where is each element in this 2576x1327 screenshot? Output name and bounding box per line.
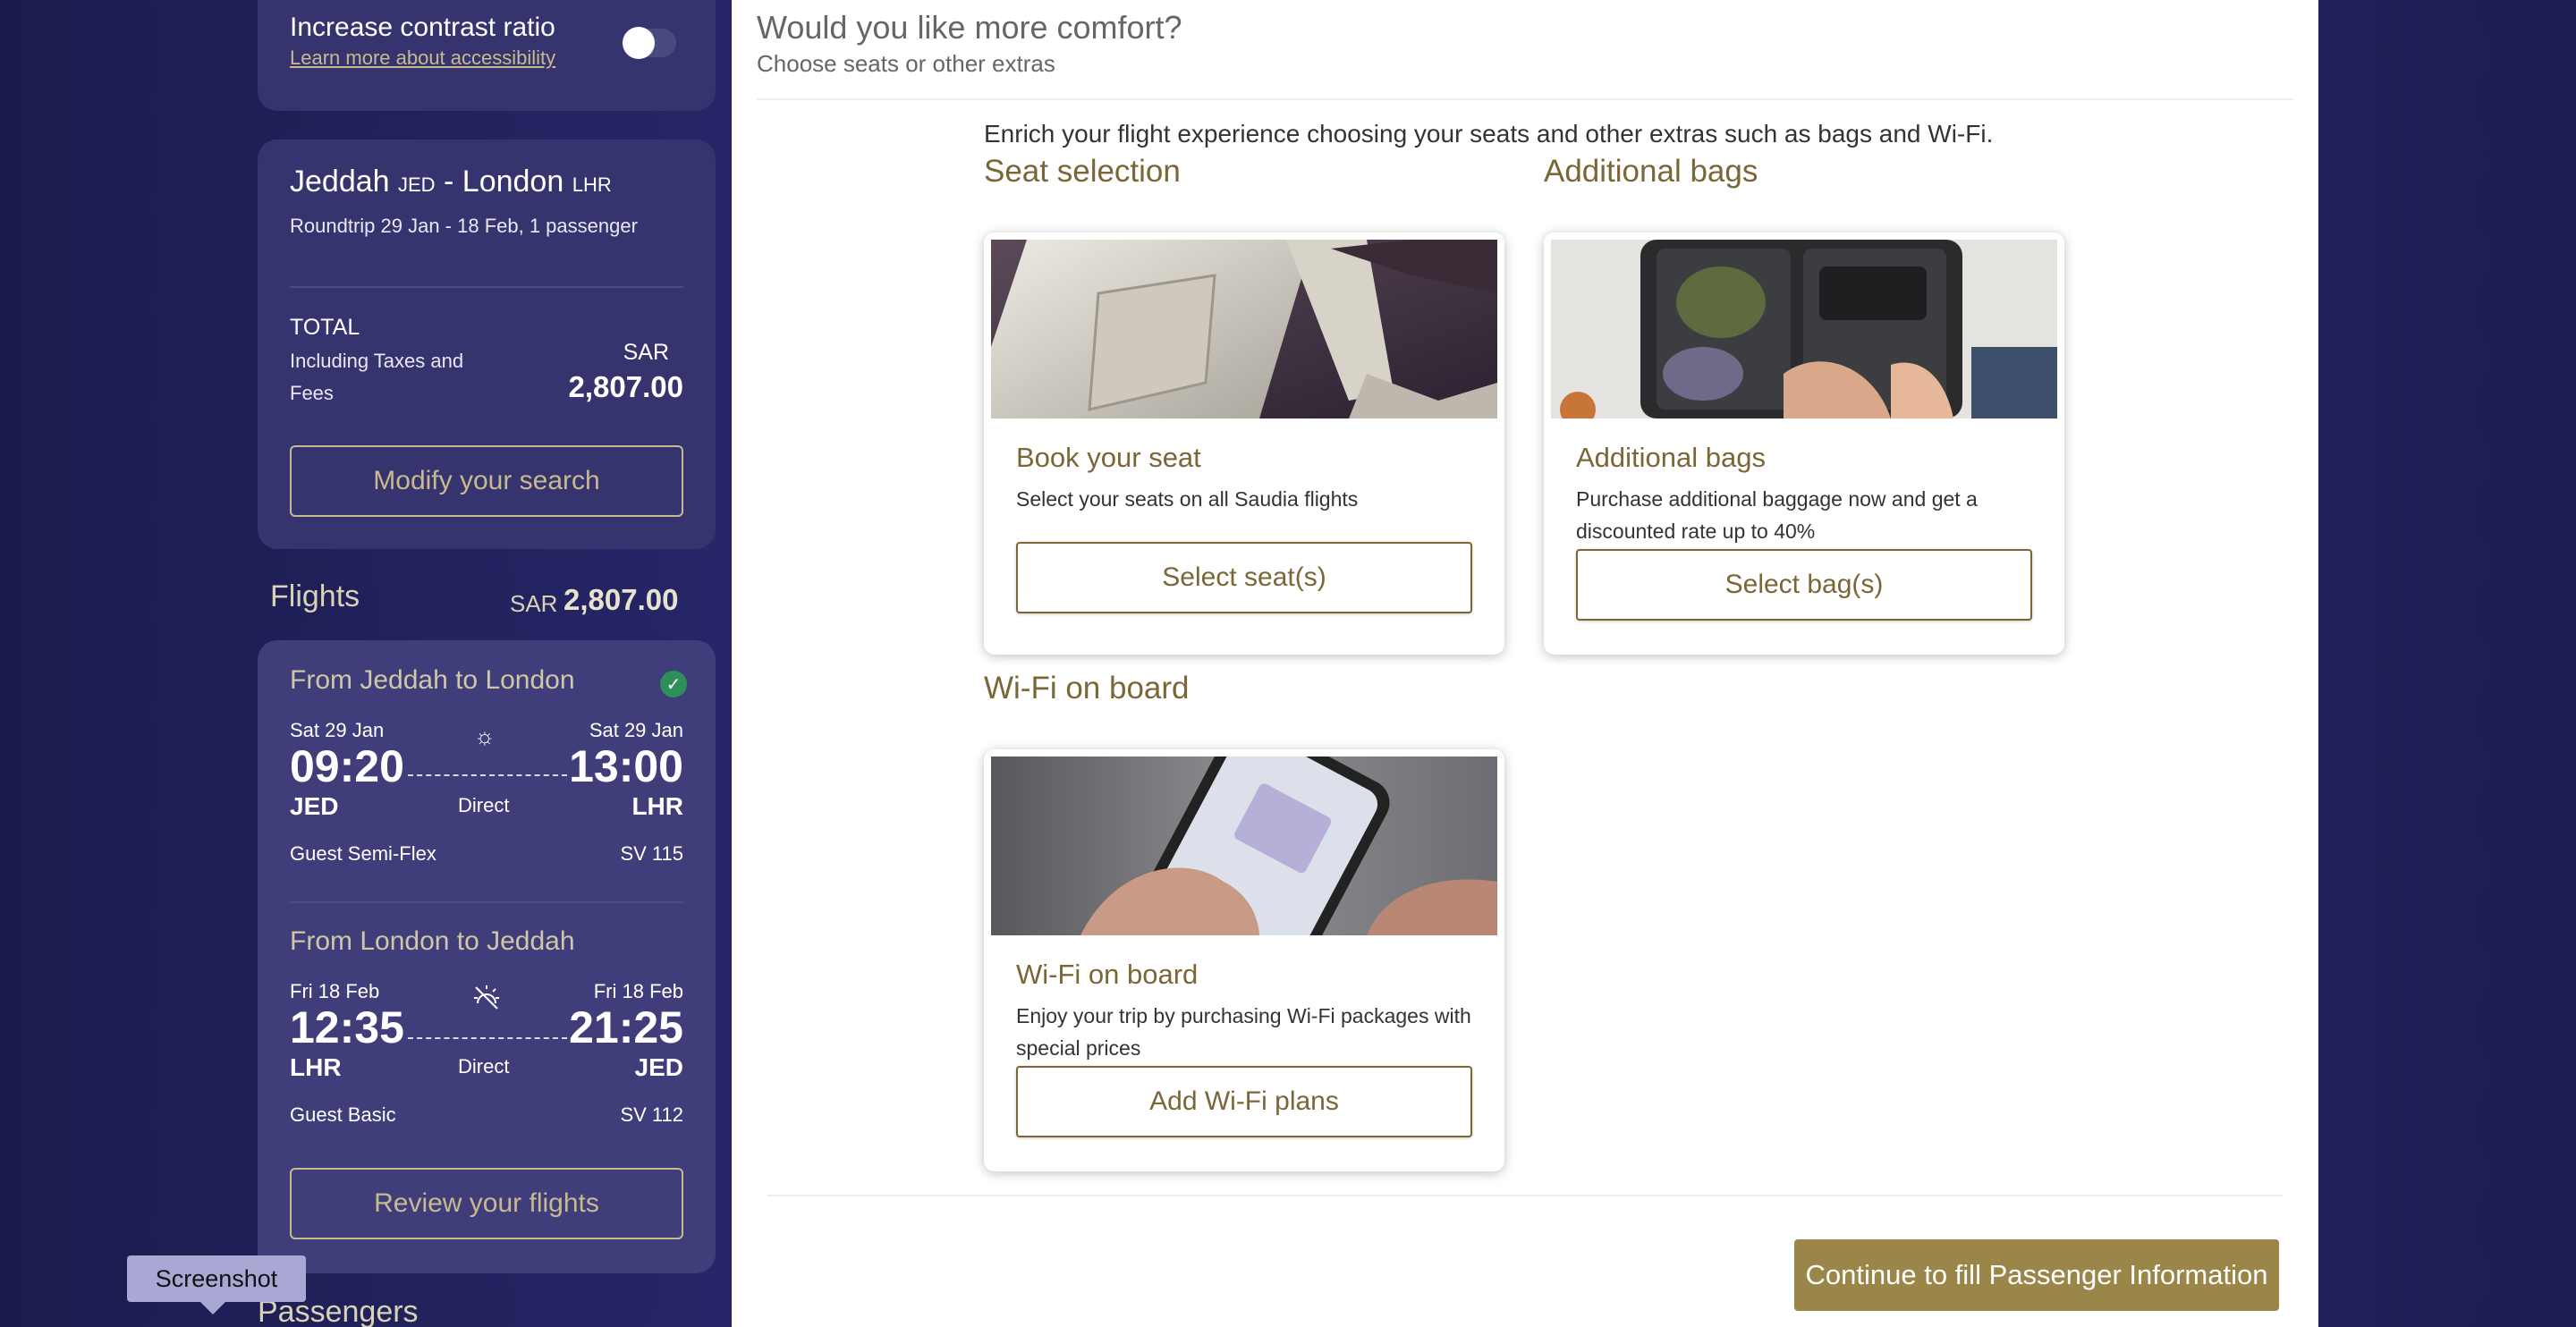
- fare-type: Guest Basic: [290, 1103, 396, 1126]
- divider: [767, 1195, 2283, 1196]
- stops-label: Direct: [458, 794, 510, 816]
- review-flights-button[interactable]: Review your flights: [290, 1168, 683, 1239]
- add-wifi-button[interactable]: Add Wi-Fi plans: [1016, 1066, 1472, 1137]
- extras-panel: Would you like more comfort? Choose seat…: [732, 0, 2318, 1327]
- departure-time: 09:20: [290, 741, 404, 791]
- divider: [290, 901, 683, 903]
- seat-card: Book your seat Select your seats on all …: [984, 232, 1504, 655]
- seat-image: [991, 240, 1497, 418]
- flight-number: SV 115: [620, 842, 683, 865]
- divider: [290, 286, 683, 288]
- route-line: [408, 1037, 567, 1039]
- contrast-label: Increase contrast ratio: [290, 13, 555, 42]
- trip-summary: Roundtrip 29 Jan - 18 Feb, 1 passenger: [290, 215, 638, 237]
- flights-header: Flights: [270, 579, 360, 613]
- route-line: [408, 774, 567, 776]
- intro-text: Enrich your flight experience choosing y…: [984, 120, 1994, 148]
- origin-code: JED: [398, 173, 436, 196]
- wifi-card-description: Enjoy your trip by purchasing Wi-Fi pack…: [1016, 1004, 1471, 1060]
- arrival-date: Sat 29 Jan: [589, 719, 683, 741]
- seat-card-description: Select your seats on all Saudia flights: [1016, 487, 1359, 511]
- arrival-time: 21:25: [569, 1002, 683, 1052]
- flights-currency: SAR: [510, 590, 558, 617]
- arrival-time: 13:00: [569, 741, 683, 791]
- route-separator: -: [444, 165, 454, 199]
- stops-label: Direct: [458, 1055, 510, 1078]
- wifi-image: [991, 756, 1497, 935]
- departure-time: 12:35: [290, 1002, 404, 1052]
- segment-title: From Jeddah to London: [290, 665, 575, 695]
- divider: [757, 98, 2293, 100]
- seat-card-title: Book your seat: [1016, 442, 1201, 473]
- bags-image: [1551, 240, 2057, 418]
- sun-icon: ☼: [474, 723, 496, 749]
- origin-city: Jeddah: [290, 165, 390, 199]
- accessibility-card: Increase contrast ratio Learn more about…: [258, 0, 716, 111]
- continue-button[interactable]: Continue to fill Passenger Information: [1794, 1239, 2279, 1311]
- selected-check-icon: ✓: [660, 671, 687, 697]
- toggle-knob: [623, 27, 655, 59]
- wifi-card-title: Wi-Fi on board: [1016, 959, 1199, 990]
- bags-card-title: Additional bags: [1576, 442, 1766, 473]
- dest-code: LHR: [572, 173, 612, 196]
- screenshot-tooltip: Screenshot: [127, 1255, 306, 1314]
- bags-section-title: Additional bags: [1544, 154, 1758, 189]
- bags-card-description: Purchase additional baggage now and get …: [1576, 487, 1978, 543]
- fare-type: Guest Semi-Flex: [290, 842, 436, 865]
- route-title: Jeddah JED - London LHR: [290, 165, 612, 199]
- arrival-code: LHR: [631, 792, 683, 820]
- total-amount: 2,807.00: [568, 370, 683, 403]
- flights-card: From Jeddah to London ✓ Sat 29 Jan Sat 2…: [258, 640, 716, 1273]
- accessibility-link[interactable]: Learn more about accessibility: [290, 46, 555, 70]
- arrival-code: JED: [634, 1053, 683, 1081]
- select-bags-button[interactable]: Select bag(s): [1576, 549, 2032, 621]
- departure-code: LHR: [290, 1053, 342, 1081]
- flight-number: SV 112: [620, 1103, 683, 1126]
- segment-title: From London to Jeddah: [290, 926, 575, 956]
- departure-date: Fri 18 Feb: [290, 980, 380, 1002]
- total-label: TOTAL: [290, 315, 360, 340]
- trip-summary-card: Jeddah JED - London LHR Roundtrip 29 Jan…: [258, 139, 716, 549]
- wifi-section-title: Wi-Fi on board: [984, 671, 1190, 706]
- modify-search-button[interactable]: Modify your search: [290, 445, 683, 517]
- sunset-icon: [469, 980, 504, 1022]
- dest-city: London: [462, 165, 564, 199]
- select-seats-button[interactable]: Select seat(s): [1016, 542, 1472, 613]
- departure-date: Sat 29 Jan: [290, 719, 385, 741]
- seat-section-title: Seat selection: [984, 154, 1181, 189]
- contrast-toggle[interactable]: [623, 27, 676, 59]
- wifi-card: Wi-Fi on board Enjoy your trip by purcha…: [984, 749, 1504, 1171]
- arrival-date: Fri 18 Feb: [593, 980, 683, 1002]
- departure-code: JED: [290, 792, 339, 820]
- total-currency: SAR: [623, 340, 669, 365]
- bags-card: Additional bags Purchase additional bagg…: [1544, 232, 2064, 655]
- page-title: Would you like more comfort?: [757, 9, 1182, 46]
- total-subtitle: Including Taxes and Fees: [290, 350, 464, 404]
- page-subtitle: Choose seats or other extras: [757, 50, 1055, 77]
- flights-amount: 2,807.00: [564, 583, 679, 616]
